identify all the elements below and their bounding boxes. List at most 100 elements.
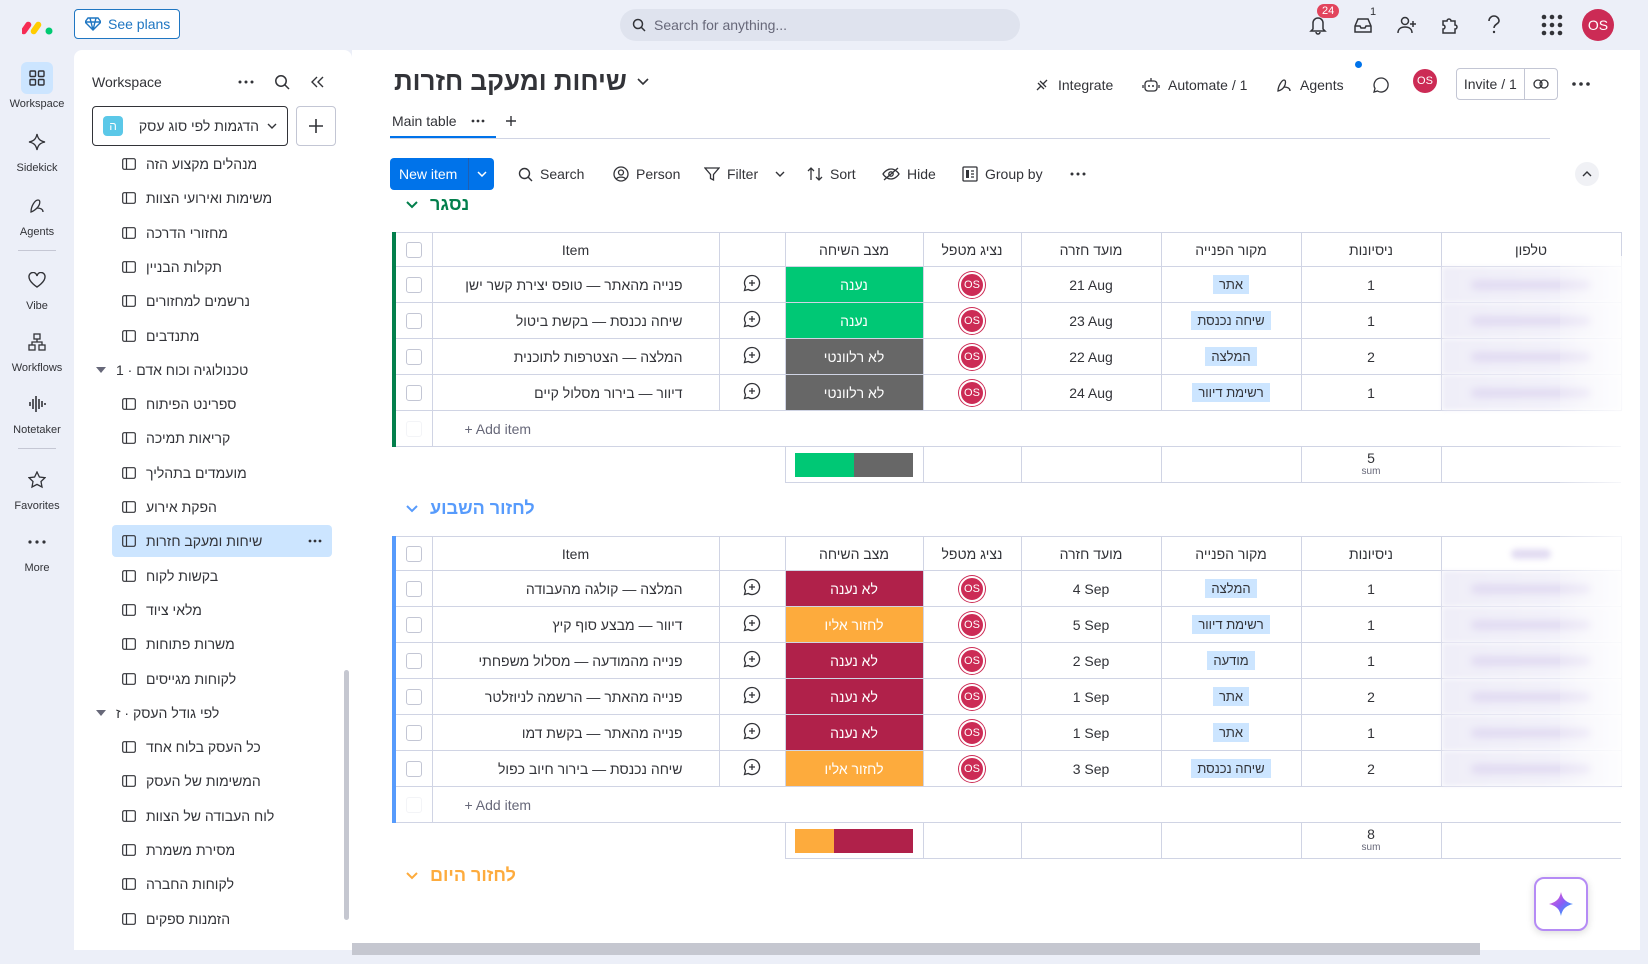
board-owner-avatar[interactable]: OS (1413, 69, 1437, 93)
help-icon[interactable] (1481, 12, 1507, 38)
sidebar-board-item[interactable]: מתנדבים (112, 320, 332, 352)
sidebar-board-item[interactable]: תקלות הבניין (112, 251, 332, 283)
item-name-cell[interactable]: שיחה נכנסת — בקשת ביטול (431, 302, 720, 339)
sidebar-folder[interactable]: לפי גודל העסק · ז (96, 697, 219, 729)
date-cell[interactable]: 1 Sep (1020, 714, 1162, 751)
invite-member-icon[interactable] (1394, 12, 1420, 38)
person-filter-tool[interactable]: Person (613, 162, 680, 186)
checkbox[interactable] (405, 241, 422, 258)
workspace-search-icon[interactable] (274, 74, 290, 90)
add-update-cell[interactable] (718, 266, 786, 303)
status-cell[interactable]: לחזור אליו (784, 606, 924, 643)
sidebar-board-item[interactable]: קריאות תמיכה (112, 422, 332, 454)
owner-cell[interactable]: OS (922, 374, 1022, 411)
group-by-tool[interactable]: Group by (962, 162, 1043, 186)
inbox-icon[interactable]: 1 (1350, 6, 1376, 38)
item-name-cell[interactable]: פנייה מהאתר — טופס יצירת קשר ישן (431, 266, 720, 303)
group-title[interactable]: לחזור היום (406, 865, 516, 886)
copy-link-icon[interactable] (1523, 69, 1557, 99)
add-update-icon[interactable] (743, 650, 761, 668)
sidebar-board-item[interactable]: ספרינט הפיתוח (112, 388, 332, 420)
column-header-attempts[interactable]: ניסיונות (1300, 536, 1442, 571)
sidebar-board-item[interactable]: משימות ואירועי הצוות (112, 182, 332, 214)
table-row[interactable]: פנייה מהאתר — הרשמה לניוזלטר לא נענה OS 1 S… (392, 678, 1622, 715)
table-row[interactable]: דיוור — מבצע סוף קיץ לחזור אליו OS 5 Sep רשי… (392, 606, 1622, 643)
chevron-down-icon[interactable] (406, 504, 418, 513)
owner-cell[interactable]: OS (922, 606, 1022, 643)
board-item-more-icon[interactable] (308, 539, 322, 543)
source-cell[interactable]: רשימת דיוור (1160, 374, 1302, 411)
item-name-cell[interactable]: פנייה מהאתר — הרשמה לניוזלטר (431, 678, 720, 715)
automate-button[interactable]: Automate / 1 (1142, 70, 1247, 100)
collapse-header-button[interactable] (1575, 162, 1599, 186)
status-summary-cell[interactable] (784, 822, 924, 859)
workspace-selector[interactable]: ה הדגמות לפי סוג עסק (92, 106, 288, 146)
source-cell[interactable]: שיחה נכנסת (1160, 302, 1302, 339)
horizontal-scrollbar[interactable] (352, 943, 1480, 955)
chevron-down-icon[interactable] (406, 200, 418, 209)
sidebar-board-item[interactable]: מועמדים בתהליך (112, 457, 332, 489)
column-header-status[interactable]: מצב השיחה (784, 232, 924, 267)
add-update-cell[interactable] (718, 750, 786, 787)
user-avatar[interactable]: OS (1582, 9, 1614, 41)
sidebar-board-item[interactable]: בקשות לקוח (112, 560, 332, 592)
sidebar-board-item[interactable]: שיחות ומעקב חזרות (112, 525, 332, 558)
sidebar-board-item[interactable]: מלאי ציוד (112, 594, 332, 626)
add-item-row[interactable]: + Add item (392, 786, 1621, 823)
attempts-cell[interactable]: 1 (1300, 374, 1442, 411)
column-header-owner[interactable]: נציג מטפל (922, 536, 1022, 571)
attempts-cell[interactable]: 2 (1300, 338, 1442, 375)
sidebar-board-item[interactable]: הפקת אירוע (112, 491, 332, 523)
item-name-cell[interactable]: שיחה נכנסת — בירור חיוב כפול (431, 750, 720, 787)
filter-tool[interactable]: Filter (704, 162, 785, 186)
row-checkbox-cell[interactable] (392, 678, 433, 715)
add-update-icon[interactable] (743, 382, 761, 400)
add-update-cell[interactable] (718, 302, 786, 339)
chevron-down-icon[interactable] (775, 171, 785, 177)
sidebar-board-item[interactable]: מסירת משמרת (112, 834, 332, 866)
add-update-icon[interactable] (743, 310, 761, 328)
source-cell[interactable]: אתר (1160, 678, 1302, 715)
app-switcher-grid-icon[interactable] (1539, 12, 1565, 38)
table-row[interactable]: פנייה מהאתר — טופס יצירת קשר ישן נענה OS 21… (392, 266, 1622, 303)
column-header-date[interactable]: מועד חזרה (1020, 232, 1162, 267)
updates-chat-icon[interactable] (1372, 70, 1390, 100)
rail-vibe[interactable]: Vibe (0, 264, 74, 312)
attempts-cell[interactable]: 1 (1300, 606, 1442, 643)
row-checkbox-cell[interactable] (392, 374, 433, 411)
source-cell[interactable]: המלצה (1160, 570, 1302, 607)
see-plans-button[interactable]: See plans (74, 9, 180, 39)
checkbox[interactable] (405, 348, 422, 365)
row-checkbox-cell[interactable] (392, 606, 433, 643)
sort-tool[interactable]: Sort (807, 162, 856, 186)
checkbox[interactable] (405, 616, 422, 633)
checkbox[interactable] (405, 580, 422, 597)
table-row[interactable]: המלצה — הצטרפות לתוכנית לא רלוונטי OS 22 Au… (392, 338, 1622, 375)
collapse-panel-icon[interactable] (310, 76, 324, 88)
sidebar-folder[interactable]: טכנולוגיה וכוח אדם · 1 (96, 354, 248, 386)
column-header-status[interactable]: מצב השיחה (784, 536, 924, 571)
checkbox[interactable] (405, 384, 422, 401)
date-cell[interactable]: 4 Sep (1020, 570, 1162, 607)
add-update-icon[interactable] (743, 758, 761, 776)
owner-cell[interactable]: OS (922, 266, 1022, 303)
chevron-down-icon[interactable] (406, 871, 418, 880)
status-cell[interactable]: לחזור אליו (784, 750, 924, 787)
sidebar-board-item[interactable]: מנהלים מקצוע הזה (112, 150, 332, 180)
row-checkbox-cell[interactable] (392, 570, 433, 607)
group-title[interactable]: לחזור השבוע (406, 498, 535, 519)
status-cell[interactable]: לא רלוונטי (784, 374, 924, 411)
ai-assistant-button[interactable] (1534, 877, 1588, 931)
column-header-item[interactable]: Item (431, 536, 720, 571)
attempts-cell[interactable]: 2 (1300, 678, 1442, 715)
date-cell[interactable]: 5 Sep (1020, 606, 1162, 643)
tab-more-icon[interactable] (471, 119, 485, 123)
rail-notetaker[interactable]: Notetaker (0, 388, 74, 436)
sidebar-board-item[interactable]: לקוחות החברה (112, 868, 332, 900)
status-cell[interactable]: נענה (784, 302, 924, 339)
date-cell[interactable]: 21 Aug (1020, 266, 1162, 303)
status-cell[interactable]: לא נענה (784, 678, 924, 715)
sidebar-board-item[interactable]: הזמנות ספקים (112, 903, 332, 935)
integrate-button[interactable]: Integrate (1034, 70, 1113, 100)
monday-logo[interactable] (22, 12, 56, 36)
